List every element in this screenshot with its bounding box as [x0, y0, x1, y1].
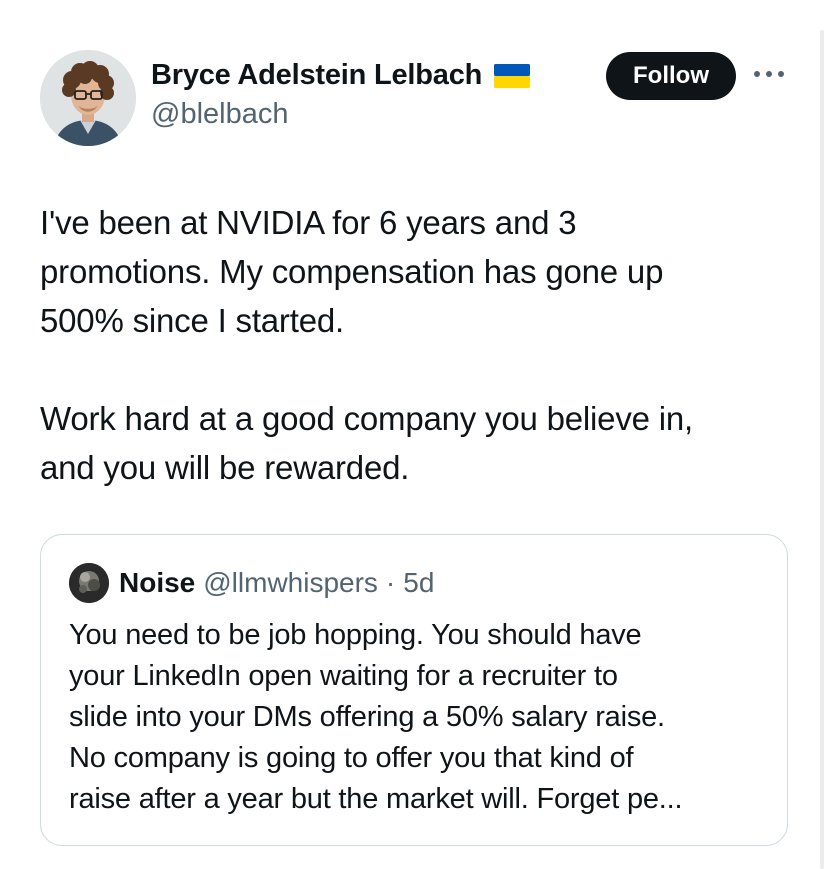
- scrollbar[interactable]: [820, 30, 824, 869]
- tweet-text: I've been at NVIDIA for 6 years and 3 pr…: [40, 198, 790, 492]
- quoted-tweet-timestamp[interactable]: 5d: [403, 567, 434, 599]
- quoted-author-name[interactable]: Noise: [119, 567, 195, 599]
- quoted-tweet-text: You need to be job hopping. You should h…: [69, 615, 769, 820]
- dot-separator: ·: [385, 567, 396, 598]
- quoted-tweet-header: Noise @llmwhispers · 5d: [69, 563, 434, 603]
- more-horizontal-icon[interactable]: [752, 62, 786, 86]
- quoted-tweet-line: No company is going to offer you that ki…: [69, 742, 634, 774]
- tweet-page: Bryce Adelstein Lelbach @blelbach Follow…: [0, 0, 828, 869]
- quoted-tweet-card[interactable]: Noise @llmwhispers · 5d You need to be j…: [40, 534, 788, 846]
- profile-photo: [40, 50, 136, 146]
- quoted-tweet-line: You need to be job hopping. You should h…: [69, 619, 642, 651]
- quoted-author-handle[interactable]: @llmwhispers: [203, 567, 378, 599]
- tweet-paragraph: Work hard at a good company you believe …: [40, 400, 694, 486]
- quoted-tweet-line: raise after a year but the market will. …: [69, 783, 683, 815]
- author-display-name[interactable]: Bryce Adelstein Lelbach: [151, 59, 482, 92]
- quoted-tweet-line: slide into your DMs offering a 50% salar…: [69, 701, 665, 733]
- author-avatar[interactable]: [40, 50, 136, 146]
- author-name-row: Bryce Adelstein Lelbach: [151, 59, 531, 92]
- tweet-paragraph: I've been at NVIDIA for 6 years and 3 pr…: [40, 204, 664, 339]
- quoted-tweet-line: your LinkedIn open waiting for a recruit…: [69, 660, 618, 692]
- author-handle[interactable]: @blelbach: [151, 98, 288, 131]
- ukraine-flag-icon: [494, 63, 531, 88]
- quoted-author-avatar[interactable]: [69, 563, 109, 603]
- follow-button[interactable]: Follow: [606, 52, 736, 100]
